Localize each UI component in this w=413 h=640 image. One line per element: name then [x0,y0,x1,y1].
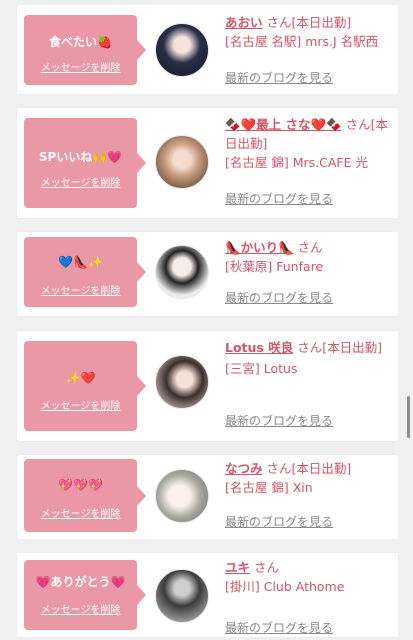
shop-info: [秋葉原] Funfare [225,259,324,274]
message-text: 💖💖💖 [58,478,103,492]
latest-blog-link[interactable]: 最新のブログを見る [225,412,333,429]
message-bubble: SPいいね🙌💗 メッセージを削除 [24,118,146,208]
name-line: Lotus 咲良 さん[本日出勤] [三宮] Lotus [225,337,395,379]
profile-name-link[interactable]: あおい [225,15,263,30]
avatar[interactable] [155,23,209,77]
message-text: ✨❤️ [65,371,96,385]
profile-name-link[interactable]: なつみ [225,461,263,476]
delete-message-link[interactable]: メッセージを削除 [24,174,137,189]
avatar[interactable] [155,569,209,623]
message-bubble: ✨❤️ メッセージを削除 [24,341,146,431]
message-card: ✨❤️ メッセージを削除 Lotus 咲良 さん[本日出勤] [三宮] Lotu… [17,331,398,441]
avatar[interactable] [155,135,209,189]
profile-name-link[interactable]: 🍫❤️最上 さな❤️🍫 [225,117,342,132]
avatar[interactable] [155,245,209,299]
delete-message-link[interactable]: メッセージを削除 [24,397,137,412]
message-card: 食べたい🍓 メッセージを削除 あおい さん[本日出勤] [名古屋 名駅] mrs… [17,5,398,94]
scrollbar[interactable] [407,396,410,438]
profile-name-link[interactable]: Lotus 咲良 [225,340,293,355]
message-text: SPいいね🙌💗 [38,150,123,164]
latest-blog-link[interactable]: 最新のブログを見る [225,289,333,306]
name-line: ユキ さん [掛川] Club Athome [225,558,395,596]
name-line: 🍫❤️最上 さな❤️🍫 さん[本日出勤] [名古屋 錦] Mrs.CAFE 光 [225,115,395,172]
attendance-status: [本日出勤] [322,340,382,355]
honorific: さん [266,15,292,30]
attendance-status: [本日出勤] [291,461,352,476]
message-bubble: 💗ありがとう💗 メッセージを削除 [24,560,146,630]
attendance-status: [本日出勤] [291,15,352,30]
message-bubble: 食べたい🍓 メッセージを削除 [24,15,146,85]
message-text: 💗ありがとう💗 [35,575,126,589]
message-text: 食べたい🍓 [49,35,112,49]
latest-blog-link[interactable]: 最新のブログを見る [225,513,333,530]
honorific: さん [297,340,323,355]
delete-message-link[interactable]: メッセージを削除 [24,59,137,74]
message-card: 💗ありがとう💗 メッセージを削除 ユキ さん [掛川] Club Athome … [17,553,398,637]
shop-info: [掛川] Club Athome [225,579,345,594]
name-line: 👠かいり👠 さん [秋葉原] Funfare [225,238,395,276]
honorific: さん [266,461,292,476]
message-card: 💖💖💖 メッセージを削除 なつみ さん[本日出勤] [名古屋 錦] Xin 最新… [17,455,398,539]
latest-blog-link[interactable]: 最新のブログを見る [225,190,333,207]
shop-info: [名古屋 錦] Xin [225,480,313,495]
shop-info: [名古屋 錦] Mrs.CAFE 光 [225,155,368,170]
profile-name-link[interactable]: 👠かいり👠 [225,240,294,255]
latest-blog-link[interactable]: 最新のブログを見る [225,69,333,86]
delete-message-link[interactable]: メッセージを削除 [24,282,137,297]
avatar[interactable] [155,469,209,523]
shop-info: [三宮] Lotus [225,361,298,376]
message-card: 💙👠✨ メッセージを削除 👠かいり👠 さん [秋葉原] Funfare 最新のブ… [17,232,398,316]
profile-name-link[interactable]: ユキ [225,560,250,575]
delete-message-link[interactable]: メッセージを削除 [24,601,137,616]
avatar[interactable] [155,355,209,409]
latest-blog-link[interactable]: 最新のブログを見る [225,619,333,636]
message-card: SPいいね🙌💗 メッセージを削除 🍫❤️最上 さな❤️🍫 さん[本日出勤] [名… [17,108,398,218]
message-text: 💙👠✨ [58,255,103,269]
message-bubble: 💙👠✨ メッセージを削除 [24,237,146,307]
delete-message-link[interactable]: メッセージを削除 [24,505,137,520]
name-line: なつみ さん[本日出勤] [名古屋 錦] Xin [225,459,395,497]
message-bubble: 💖💖💖 メッセージを削除 [24,459,146,532]
name-line: あおい さん[本日出勤] [名古屋 名駅] mrs.J 名駅西 [225,13,395,51]
shop-info: [名古屋 名駅] mrs.J 名駅西 [225,34,379,49]
honorific: さん [345,117,371,132]
honorific: さん [297,240,323,255]
honorific: さん [254,560,280,575]
